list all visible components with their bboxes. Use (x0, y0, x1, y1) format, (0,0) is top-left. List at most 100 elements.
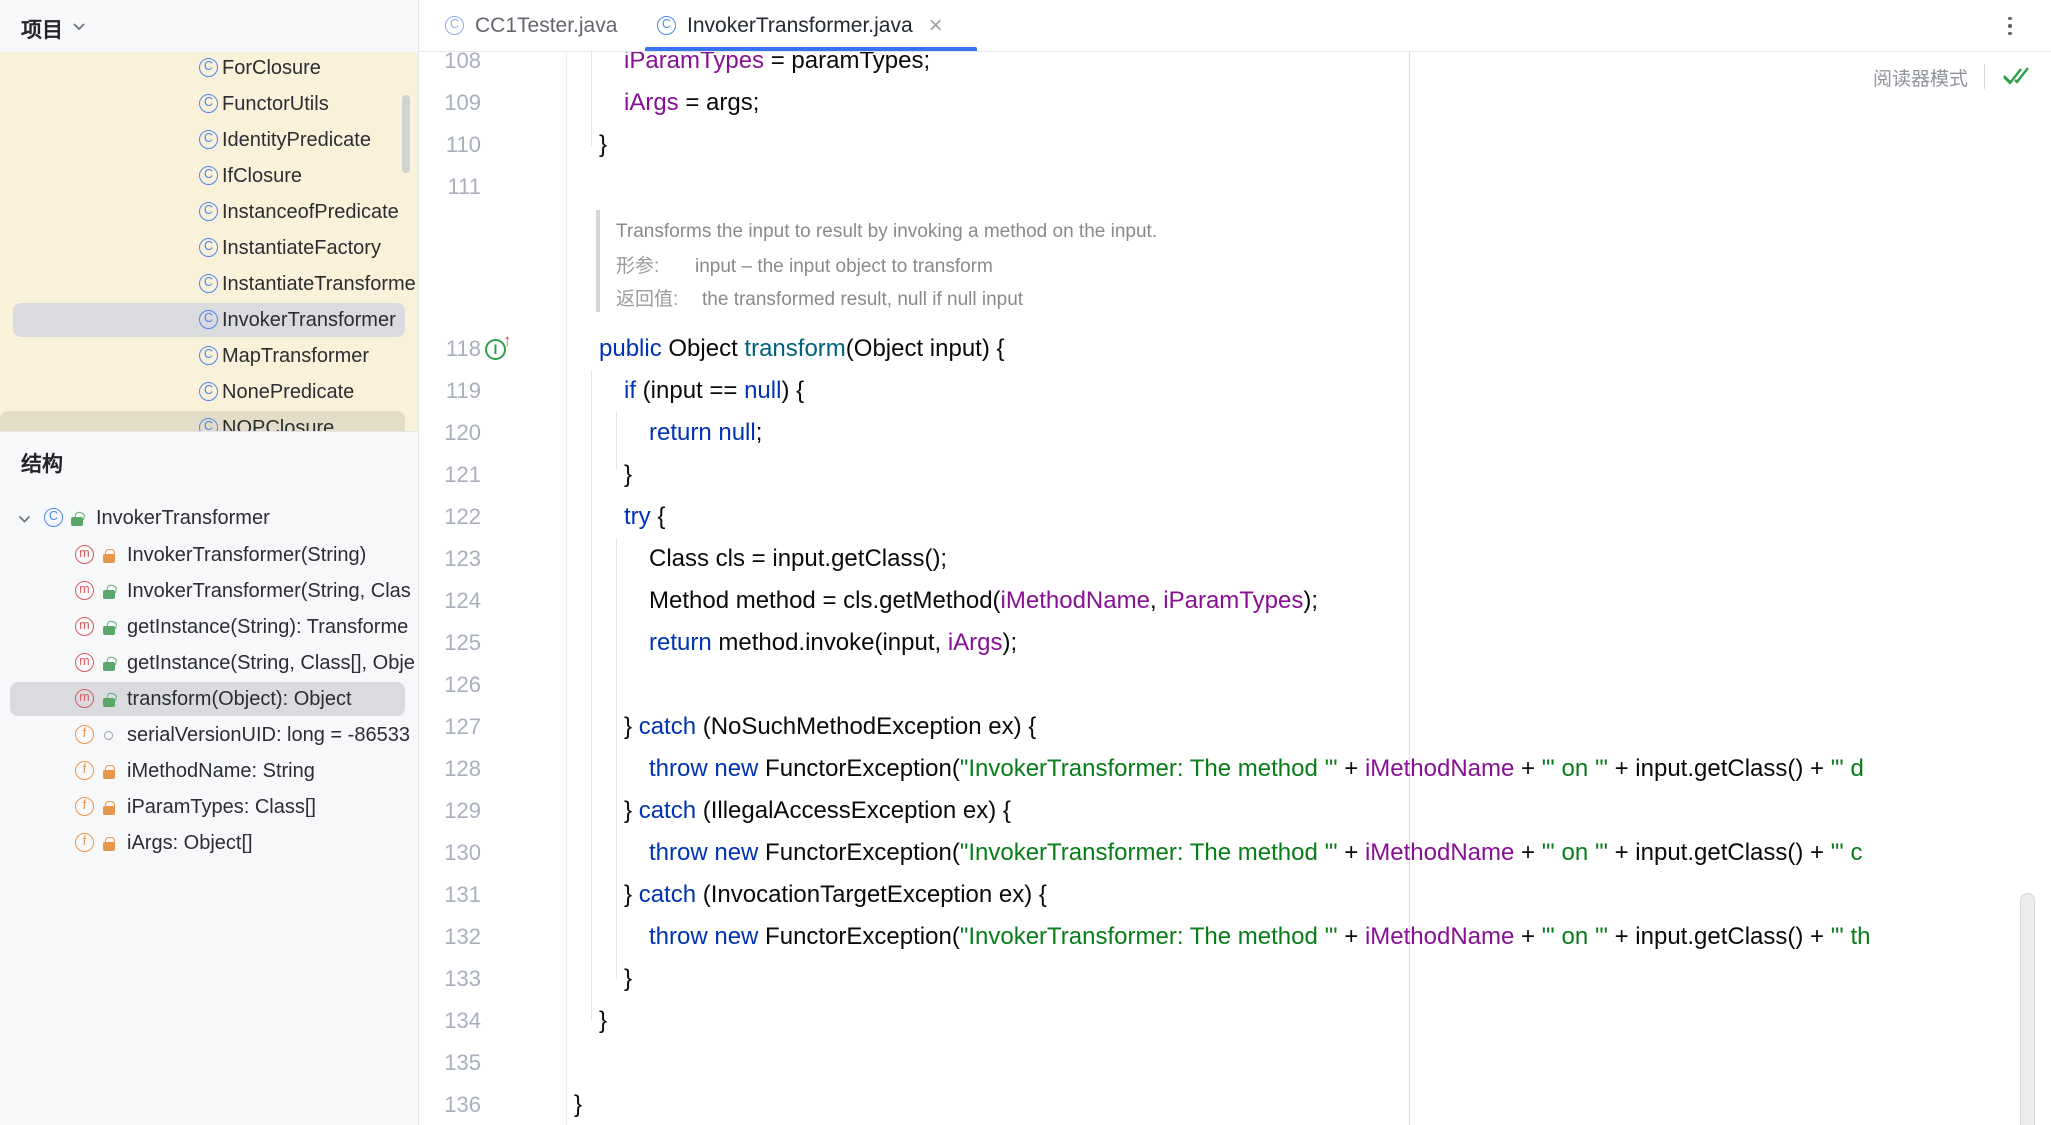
project-tree-item-identitypredicate[interactable]: CIdentityPredicate (0, 122, 418, 158)
code-line-118[interactable]: public Object transform(Object input) { (599, 328, 1005, 370)
code-line-120[interactable]: return null; (649, 412, 762, 454)
line-number-129[interactable]: 129 (419, 790, 481, 832)
editor-scrollbar-thumb[interactable] (2020, 893, 2035, 1125)
token-pln: (InvocationTargetException ex) { (696, 881, 1047, 908)
code-line-109[interactable]: iArgs = args; (624, 82, 759, 124)
structure-member-4[interactable]: mtransform(Object): Object (0, 681, 418, 717)
class-icon: C (445, 16, 464, 35)
line-number-118[interactable]: 118 (419, 328, 481, 370)
line-number-123[interactable]: 123 (419, 538, 481, 580)
code-line-121[interactable]: } (624, 454, 632, 496)
doc-summary: Transforms the input to result by invoki… (616, 217, 1157, 247)
editor-options-kebab-icon[interactable] (1995, 11, 2025, 41)
structure-member-6[interactable]: fiMethodName: String (0, 753, 418, 789)
project-tree-item-instantiatetransforme[interactable]: CInstantiateTransforme (0, 266, 418, 302)
tab-cc1tester[interactable]: C CC1Tester.java (445, 0, 617, 51)
line-number-120[interactable]: 120 (419, 412, 481, 454)
inspections-ok-check-icon[interactable] (2001, 63, 2031, 89)
tree-item-label: MapTransformer (222, 338, 369, 374)
line-number-134[interactable]: 134 (419, 1000, 481, 1042)
field-icon: f (75, 797, 94, 816)
project-panel-header[interactable]: 项目 (0, 0, 418, 52)
code-line-119[interactable]: if (input == null) { (624, 370, 804, 412)
project-tree-item-maptransformer[interactable]: CMapTransformer (0, 338, 418, 374)
code-line-131[interactable]: } catch (InvocationTargetException ex) { (624, 874, 1047, 916)
code-editor[interactable]: 阅读器模式 Transforms the input to result by … (419, 52, 2051, 1125)
code-line-134[interactable]: } (599, 1000, 607, 1042)
code-line-127[interactable]: } catch (NoSuchMethodException ex) { (624, 706, 1036, 748)
line-number-126[interactable]: 126 (419, 664, 481, 706)
line-number-128[interactable]: 128 (419, 748, 481, 790)
line-number-136[interactable]: 136 (419, 1084, 481, 1125)
token-fld: iParamTypes (624, 52, 764, 74)
project-tree-item-forclosure[interactable]: CForClosure (0, 52, 418, 86)
structure-member-2[interactable]: mgetInstance(String): Transforme (0, 609, 418, 645)
project-tree-item-invokertransformer[interactable]: CInvokerTransformer (0, 302, 418, 338)
line-number-121[interactable]: 121 (419, 454, 481, 496)
line-number-135[interactable]: 135 (419, 1042, 481, 1084)
line-number-131[interactable]: 131 (419, 874, 481, 916)
project-tree-item-instanceofpredicate[interactable]: CInstanceofPredicate (0, 194, 418, 230)
token-str: "InvokerTransformer: The method '" (960, 923, 1338, 950)
line-number-110[interactable]: 110 (419, 124, 481, 166)
structure-item-label: InvokerTransformer (96, 500, 270, 536)
class-icon: C (199, 346, 218, 365)
active-tab-underline (645, 47, 977, 51)
line-number-109[interactable]: 109 (419, 82, 481, 124)
token-kw: try (624, 503, 651, 530)
structure-member-5[interactable]: fserialVersionUID: long = -86533 (0, 717, 418, 753)
code-line-124[interactable]: Method method = cls.getMethod(iMethodNam… (649, 580, 1318, 622)
tab-invokertransformer[interactable]: C InvokerTransformer.java × (657, 0, 943, 51)
structure-root-item[interactable]: CInvokerTransformer (0, 500, 418, 536)
tab-close-icon[interactable]: × (929, 16, 943, 36)
code-line-136[interactable]: } (574, 1084, 582, 1125)
token-mth: transform (744, 335, 845, 362)
code-line-108[interactable]: iParamTypes = paramTypes; (624, 52, 930, 82)
doc-returns-label: 返回值: (616, 285, 702, 315)
line-number-130[interactable]: 130 (419, 832, 481, 874)
method-icon: m (75, 581, 94, 600)
token-pln: + input.getClass() + (1608, 923, 1831, 950)
indent-guide (616, 412, 617, 470)
structure-member-0[interactable]: mInvokerTransformer(String) (0, 537, 418, 573)
class-icon: C (199, 130, 218, 149)
code-line-133[interactable]: } (624, 958, 632, 1000)
indent-guide (616, 538, 617, 979)
project-tree-item-ifclosure[interactable]: CIfClosure (0, 158, 418, 194)
line-number-133[interactable]: 133 (419, 958, 481, 1000)
indent-guide (591, 370, 592, 1021)
code-line-123[interactable]: Class cls = input.getClass(); (649, 538, 947, 580)
project-tree-scrollbar[interactable] (402, 95, 410, 173)
token-pln: + (1514, 755, 1541, 782)
project-tree-item-nonepredicate[interactable]: CNonePredicate (0, 374, 418, 410)
line-number-111[interactable]: 111 (419, 166, 481, 208)
tree-item-label: NOPClosure (222, 410, 334, 431)
code-line-129[interactable]: } catch (IllegalAccessException ex) { (624, 790, 1011, 832)
structure-member-7[interactable]: fiParamTypes: Class[] (0, 789, 418, 825)
chevron-down-icon[interactable] (18, 515, 31, 523)
line-number-125[interactable]: 125 (419, 622, 481, 664)
line-number-119[interactable]: 119 (419, 370, 481, 412)
line-number-122[interactable]: 122 (419, 496, 481, 538)
code-line-132[interactable]: throw new FunctorException("InvokerTrans… (649, 916, 1871, 958)
line-number-108[interactable]: 108 (419, 52, 481, 82)
line-number-124[interactable]: 124 (419, 580, 481, 622)
code-line-110[interactable]: } (599, 124, 607, 166)
code-line-125[interactable]: return method.invoke(input, iArgs); (649, 622, 1017, 664)
line-number-127[interactable]: 127 (419, 706, 481, 748)
structure-member-3[interactable]: mgetInstance(String, Class[], Obje (0, 645, 418, 681)
project-tree-item-nopclosure[interactable]: CNOPClosure (0, 410, 418, 431)
chevron-down-icon[interactable] (72, 22, 86, 31)
code-line-128[interactable]: throw new FunctorException("InvokerTrans… (649, 748, 1864, 790)
tree-item-label: IfClosure (222, 158, 302, 194)
structure-member-8[interactable]: fiArgs: Object[] (0, 825, 418, 861)
method-icon: m (75, 689, 94, 708)
token-str: "' th (1831, 923, 1871, 950)
project-tree-item-instantiatefactory[interactable]: CInstantiateFactory (0, 230, 418, 266)
line-number-132[interactable]: 132 (419, 916, 481, 958)
code-line-130[interactable]: throw new FunctorException("InvokerTrans… (649, 832, 1863, 874)
structure-member-1[interactable]: mInvokerTransformer(String, Clas (0, 573, 418, 609)
project-tree-item-functorutils[interactable]: CFunctorUtils (0, 86, 418, 122)
code-line-122[interactable]: try { (624, 496, 665, 538)
structure-panel-header[interactable]: 结构 (0, 431, 418, 490)
